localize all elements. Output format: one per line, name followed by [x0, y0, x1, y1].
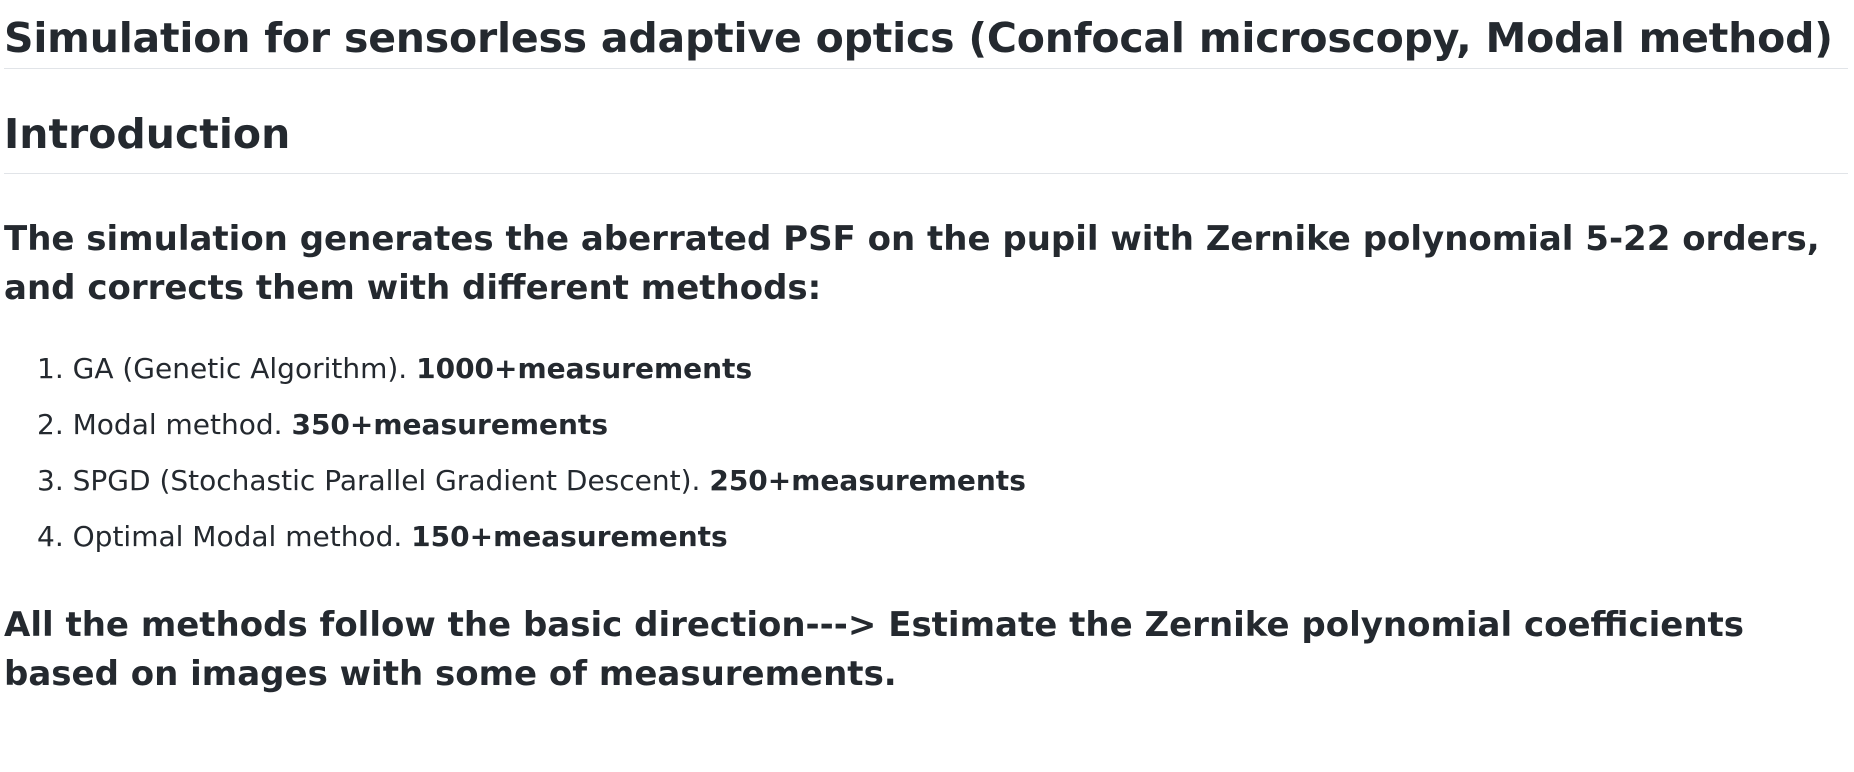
list-item-number: 2. [37, 408, 64, 441]
list-item: 3. SPGD (Stochastic Parallel Gradient De… [37, 453, 1854, 509]
method-name: SPGD (Stochastic Parallel Gradient Desce… [72, 464, 701, 497]
list-item: 2. Modal method. 350+measurements [37, 397, 1854, 453]
list-item-number: 3. [37, 464, 64, 497]
methods-list: 1. GA (Genetic Algorithm). 1000+measurem… [4, 341, 1854, 565]
list-item-number: 1. [37, 352, 64, 385]
summary-heading: The simulation generates the aberrated P… [4, 219, 1820, 308]
list-item: 1. GA (Genetic Algorithm). 1000+measurem… [37, 341, 1854, 397]
page-title: Simulation for sensorless adaptive optic… [4, 0, 1848, 69]
method-name: GA (Genetic Algorithm). [72, 352, 408, 385]
measurement-count: 250+measurements [709, 464, 1026, 497]
direction-heading: All the methods follow the basic directi… [4, 605, 1745, 694]
measurement-count: 350+measurements [291, 408, 608, 441]
list-item: 4. Optimal Modal method. 150+measurement… [37, 509, 1854, 565]
method-name: Modal method. [72, 408, 283, 441]
method-name: Optimal Modal method. [72, 520, 403, 553]
measurement-count: 1000+measurements [416, 352, 753, 385]
measurement-count: 150+measurements [411, 520, 728, 553]
list-item-number: 4. [37, 520, 64, 553]
readme-content: Simulation for sensorless adaptive optic… [0, 0, 1854, 772]
section-heading-introduction: Introduction [4, 107, 1848, 174]
